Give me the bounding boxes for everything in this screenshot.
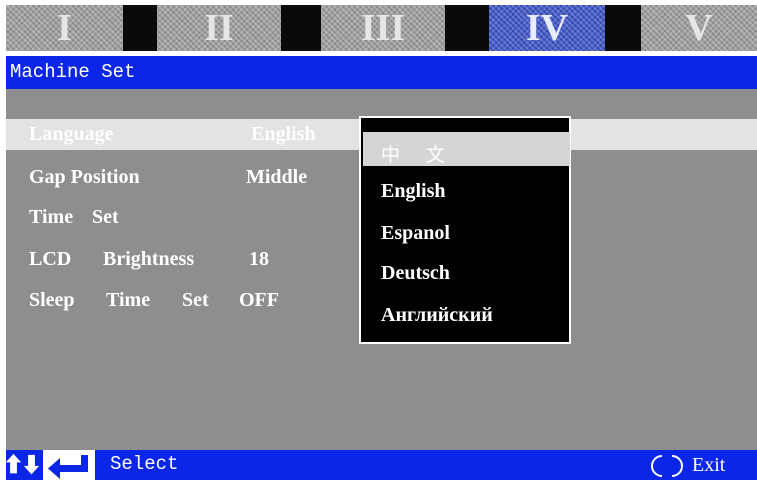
select-hint: Select <box>110 453 179 475</box>
language-value[interactable]: English <box>251 123 315 146</box>
tab-strip: I II III IV V <box>6 0 757 56</box>
tab-iii[interactable]: III <box>321 5 445 51</box>
sleep-time-set-label-part1[interactable]: Sleep <box>29 289 75 312</box>
exit-cycle-icon <box>651 455 683 477</box>
time-set-label-part1[interactable]: Time <box>29 206 73 229</box>
tab-divider <box>123 5 157 51</box>
dropdown-option-chinese[interactable]: 中 文 <box>381 140 455 167</box>
language-dropdown[interactable]: 中 文 English Espanol Deutsch Английский <box>359 116 571 344</box>
sleep-time-value[interactable]: OFF <box>239 289 279 312</box>
tab-iv-label: IV <box>525 7 569 49</box>
page-title: Machine Set <box>10 61 136 83</box>
down-arrow-icon <box>23 454 40 475</box>
exit-button[interactable]: Exit <box>692 454 725 477</box>
sleep-time-set-label-part2[interactable]: Time <box>106 289 150 312</box>
dropdown-option-english[interactable]: English <box>381 180 445 203</box>
lcd-brightness-value[interactable]: 18 <box>249 248 269 271</box>
page-title-bar: Machine Set <box>6 56 757 89</box>
tab-v-label: V <box>685 7 713 49</box>
gap-position-value[interactable]: Middle <box>246 166 307 189</box>
dropdown-option-espanol[interactable]: Espanol <box>381 222 450 245</box>
tab-iv[interactable]: IV <box>489 5 605 51</box>
lcd-brightness-label-part2[interactable]: Brightness <box>103 248 194 271</box>
tab-v[interactable]: V <box>641 5 757 51</box>
time-set-label-part2[interactable]: Set <box>92 206 119 229</box>
dropdown-option-russian[interactable]: Английский <box>381 304 493 327</box>
tab-ii-label: II <box>204 7 234 49</box>
tab-i[interactable]: I <box>6 5 123 51</box>
navigation-icons <box>6 450 95 480</box>
language-label[interactable]: Language <box>29 123 113 146</box>
lcd-brightness-label-part1[interactable]: LCD <box>29 248 71 271</box>
tab-divider <box>605 5 641 51</box>
screen: I II III IV V Machine Set Language Engli… <box>6 0 757 480</box>
tab-iii-label: III <box>360 7 406 49</box>
dropdown-option-deutsch[interactable]: Deutsch <box>381 262 450 285</box>
tab-divider <box>445 5 489 51</box>
sleep-time-set-label-part3[interactable]: Set <box>182 289 209 312</box>
up-arrow-icon <box>6 453 22 474</box>
tab-ii[interactable]: II <box>157 5 281 51</box>
gap-position-label[interactable]: Gap Position <box>29 166 140 189</box>
tab-i-label: I <box>57 7 72 49</box>
footer-bar: Select Exit <box>6 450 757 480</box>
tab-divider <box>281 5 321 51</box>
